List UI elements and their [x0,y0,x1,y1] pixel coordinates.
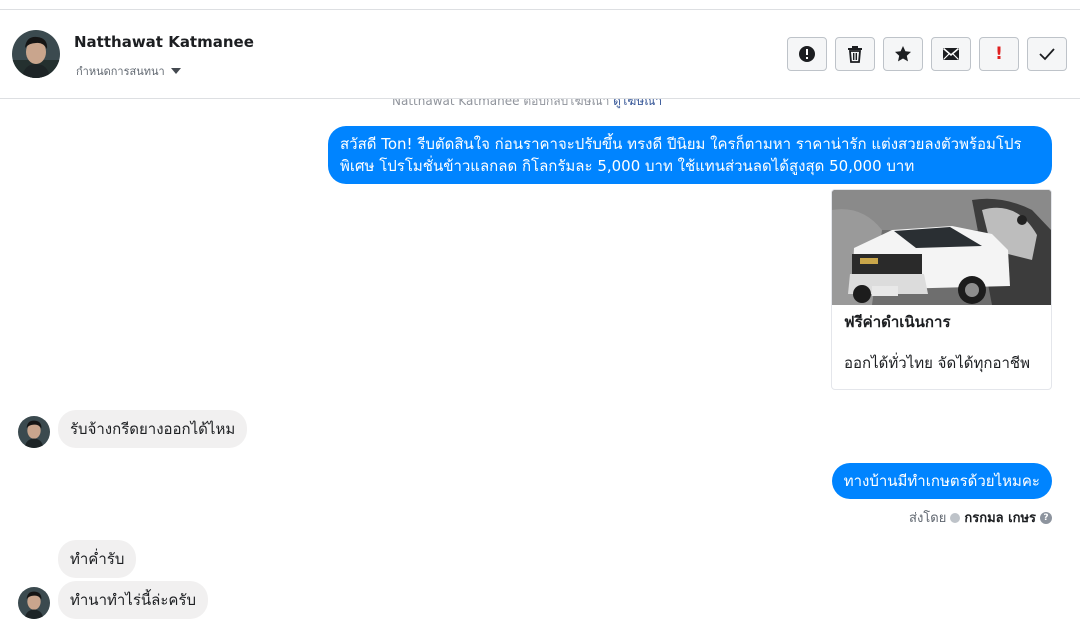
report-icon [799,46,815,62]
contact-avatar[interactable] [12,30,60,78]
conversation-status-dropdown[interactable]: กำหนดการสนทนา [76,62,181,80]
exclamation-icon: ! [995,44,1003,64]
message-bubble-incoming: รับจ้างกรีดยางออกได้ไหม [58,410,248,448]
mark-spam-button[interactable]: ! [979,37,1019,71]
ad-card[interactable]: ฟรีค่าดำเนินการ ออกได้ทั่วไทย จัดได้ทุกอ… [831,189,1052,390]
ad-reply-note: Natthawat Katmanee ตอบกลับโฆษณา ดูโฆษณา [392,99,662,111]
mark-unread-button[interactable] [931,37,971,71]
star-icon [895,46,911,62]
car-photo [832,190,1051,305]
message-bubble-incoming: ทำนาทำไร่นี้ล่ะครับ [58,581,209,619]
conversation-toolbar: ! [787,37,1067,71]
sender-name: กรกมล เกษร [964,511,1036,526]
conversation-header: Natthawat Katmanee กำหนดการสนทนา ! [0,10,1080,99]
delete-button[interactable] [835,37,875,71]
report-button[interactable] [787,37,827,71]
check-icon [1039,48,1055,61]
contact-name: Natthawat Katmanee [74,33,254,51]
message-bubble-outgoing: สวัสดี Ton! รีบตัดสินใจ ก่อนราคาจะปรับขึ… [328,126,1052,184]
card-subtitle: ออกได้ทั่วไทย จัดได้ทุกอาชีพ [844,354,1030,372]
sent-by-info: ส่งโดย กรกมล เกษร ? [909,507,1052,528]
view-ad-link[interactable]: ดูโฆษณา [613,99,662,108]
trash-icon [848,46,862,63]
contact-avatar-small [18,587,50,619]
sent-by-label: ส่งโดย [909,511,947,526]
verified-icon [950,512,961,523]
star-button[interactable] [883,37,923,71]
caret-down-icon [170,68,181,74]
message-thread: Natthawat Katmanee ตอบกลับโฆษณา ดูโฆษณา … [0,99,1080,619]
mark-done-button[interactable] [1027,37,1067,71]
message-bubble-outgoing: ทางบ้านมีทำเกษตรด้วยไหมคะ [831,463,1052,499]
card-title: ฟรีค่าดำเนินการ [844,313,951,331]
status-label: กำหนดการสนทนา [76,65,165,78]
mail-icon [942,47,960,60]
contact-avatar-small [18,416,50,448]
message-bubble-incoming: ทำค่ำรับ [58,540,137,578]
ad-reply-text: Natthawat Katmanee ตอบกลับโฆษณา [392,99,610,108]
help-icon[interactable]: ? [1040,511,1052,524]
